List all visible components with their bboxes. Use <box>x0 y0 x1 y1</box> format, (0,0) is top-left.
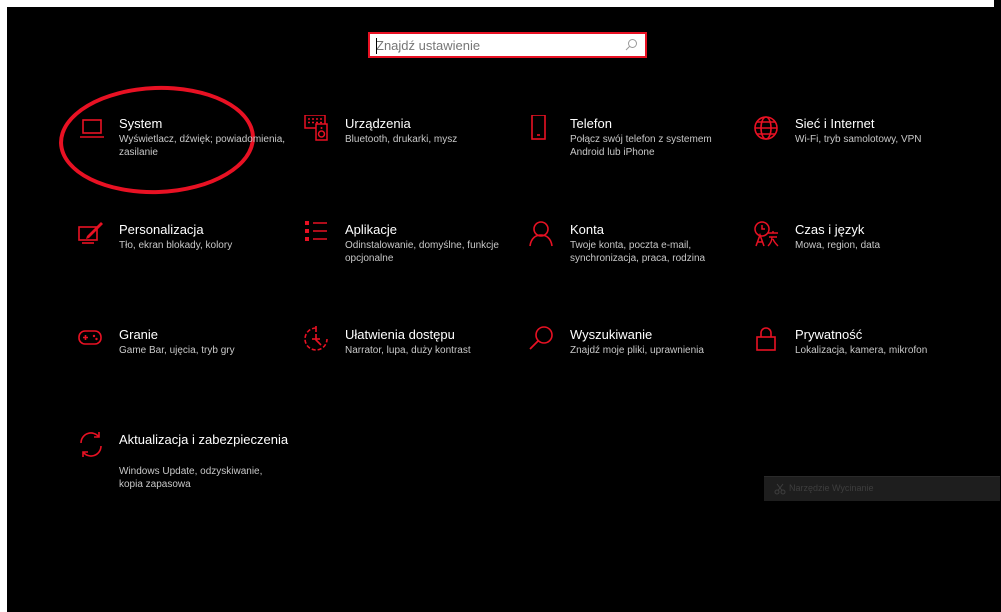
phone-icon <box>531 115 546 140</box>
update-icon <box>80 432 102 457</box>
laptop-icon <box>80 119 104 138</box>
gamepad-icon <box>78 330 102 345</box>
tile-title: Sieć i Internet <box>795 116 875 131</box>
tile-accounts[interactable]: Konta Twoje konta, poczta e-mail, synchr… <box>529 221 739 301</box>
tile-gaming[interactable]: Granie Game Bar, ujęcia, tryb gry <box>78 326 288 406</box>
tile-title: Wyszukiwanie <box>570 327 653 342</box>
tile-title: Konta <box>570 222 604 237</box>
tile-update-security[interactable]: Aktualizacja i zabezpieczenia Windows Up… <box>78 431 288 511</box>
tile-desc: Bluetooth, drukarki, mysz <box>345 134 458 145</box>
tile-time-language[interactable]: Czas i język Mowa, region, data <box>754 221 964 301</box>
search-input[interactable]: Znajdź ustawienie <box>376 38 617 54</box>
tile-personalization[interactable]: Personalizacja Tło, ekran blokady, kolor… <box>78 221 288 301</box>
tile-desc: Lokalizacja, kamera, mikrofon <box>795 345 928 356</box>
tile-devices[interactable]: Urządzenia Bluetooth, drukarki, mysz <box>304 115 514 195</box>
tile-desc: Wyświetlacz, dźwięk; powiadomienia, zasi… <box>119 134 286 158</box>
personalization-icon <box>78 222 103 244</box>
tile-title: Czas i język <box>795 222 865 237</box>
tile-desc: Narrator, lupa, duży kontrast <box>345 345 471 356</box>
tile-desc: Znajdź moje pliki, uprawnienia <box>570 345 704 356</box>
window-edge <box>994 0 1001 395</box>
text-caret <box>376 38 377 54</box>
tile-privacy[interactable]: Prywatność Lokalizacja, kamera, mikrofon <box>754 326 964 406</box>
tile-title: Urządzenia <box>345 116 411 131</box>
tile-search[interactable]: Wyszukiwanie Znajdź moje pliki, uprawnie… <box>529 326 739 406</box>
tile-desc: Windows Update, odzyskiwanie, kopia zapa… <box>119 466 263 490</box>
tile-desc: Tło, ekran blokady, kolory <box>119 240 233 251</box>
tile-network[interactable]: Sieć i Internet Wi-Fi, tryb samolotowy, … <box>754 115 964 195</box>
search-box[interactable]: Znajdź ustawienie <box>368 32 647 58</box>
tile-desc: Połącz swój telefon z systemem Android l… <box>570 134 712 158</box>
tile-title: Aplikacje <box>345 222 398 237</box>
search-icon <box>529 326 553 350</box>
tile-accessibility[interactable]: Ułatwienia dostępu Narrator, lupa, duży … <box>304 326 514 406</box>
lock-icon <box>756 327 776 351</box>
tile-phone[interactable]: Telefon Połącz swój telefon z systemem A… <box>529 115 739 195</box>
time-language-icon <box>754 221 779 247</box>
tile-desc: Odinstalowanie, domyślne, funkcje opcjon… <box>345 240 499 264</box>
tile-title: System <box>119 116 163 131</box>
tooltip-label: Narzędzie Wycinanie <box>789 483 874 493</box>
tile-title: Telefon <box>570 116 612 131</box>
snipping-tool-tooltip[interactable]: Narzędzie Wycinanie <box>764 476 1000 501</box>
accessibility-icon <box>304 326 328 351</box>
tile-desc: Mowa, region, data <box>795 240 881 251</box>
tile-system[interactable]: System Wyświetlacz, dźwięk; powiadomieni… <box>78 115 288 195</box>
apps-list-icon <box>305 221 327 241</box>
tile-title: Aktualizacja i zabezpieczenia <box>119 432 289 447</box>
tile-title: Granie <box>119 327 159 342</box>
snipping-icon <box>774 483 786 495</box>
tile-title: Personalizacja <box>119 222 204 237</box>
person-icon <box>529 221 553 247</box>
tile-title: Prywatność <box>795 327 863 342</box>
tile-desc: Twoje konta, poczta e-mail, synchronizac… <box>570 240 706 264</box>
tile-apps[interactable]: Aplikacje Odinstalowanie, domyślne, funk… <box>304 221 514 301</box>
tile-title: Ułatwienia dostępu <box>345 327 455 342</box>
search-icon[interactable] <box>623 37 639 53</box>
tile-desc: Game Bar, ujęcia, tryb gry <box>119 345 235 356</box>
devices-icon <box>304 115 328 141</box>
tile-desc: Wi-Fi, tryb samolotowy, VPN <box>795 134 922 145</box>
globe-icon <box>754 116 778 140</box>
